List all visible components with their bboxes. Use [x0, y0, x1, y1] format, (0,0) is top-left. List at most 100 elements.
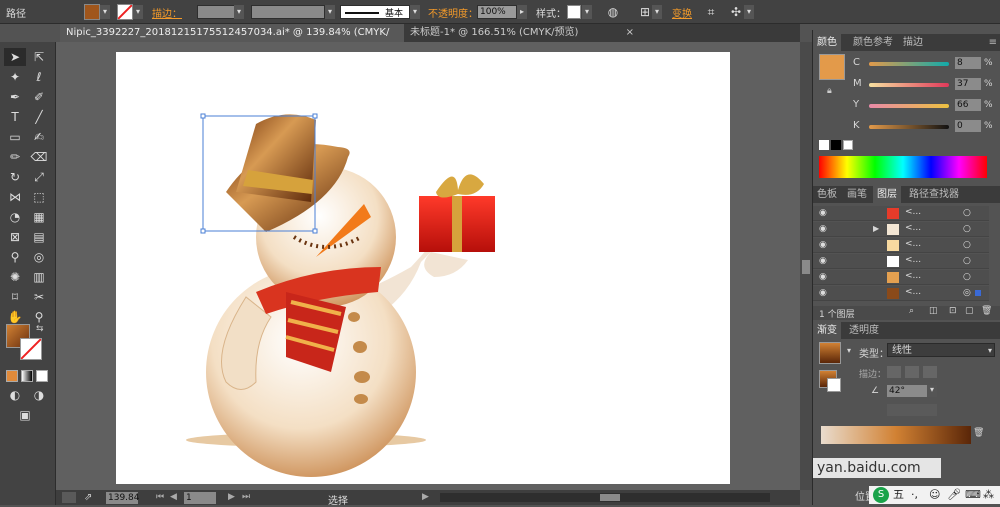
graphic-style-dropdown[interactable]: ▾: [582, 5, 592, 19]
lasso-tool-icon[interactable]: ℓ: [28, 68, 50, 86]
stroke-gradient-option-icon[interactable]: [905, 366, 919, 378]
eye-icon[interactable]: ◉: [819, 288, 827, 298]
fill-dropdown[interactable]: ▾: [100, 5, 110, 19]
mesh-tool-icon[interactable]: ⊠: [4, 228, 26, 246]
expand-arrow-icon[interactable]: ▶: [873, 224, 879, 233]
channel-c-input[interactable]: 8: [955, 57, 981, 69]
gradient-stroke-box[interactable]: [827, 378, 841, 392]
tab-color[interactable]: 颜色: [813, 34, 841, 51]
gradient-type-select[interactable]: 线性 ▾: [887, 343, 995, 357]
align-icon[interactable]: ⊞: [638, 5, 652, 19]
rotate-tool-icon[interactable]: ↻: [4, 168, 26, 186]
target-icon[interactable]: ○: [963, 208, 971, 218]
gradient-preview-swatch[interactable]: [819, 342, 841, 364]
selection-tool-icon[interactable]: ➤: [4, 48, 26, 66]
close-icon[interactable]: ×: [626, 24, 634, 42]
draw-normal-icon[interactable]: ◐: [4, 386, 26, 404]
ime-toolbar[interactable]: S 五 ·, ☺ 🎤︎ ⌨ ⁂: [869, 486, 1000, 504]
aspect-ratio-input[interactable]: [887, 404, 937, 416]
target-icon[interactable]: ○: [963, 240, 971, 250]
width-tool-icon[interactable]: ⋈: [4, 188, 26, 206]
swap-colors-icon[interactable]: ⇆: [36, 324, 44, 334]
perspective-grid-tool-icon[interactable]: ▦: [28, 208, 50, 226]
rectangle-tool-icon[interactable]: ▭: [4, 128, 26, 146]
tab-transparency[interactable]: 透明度: [845, 322, 883, 339]
gradient-mode-icon[interactable]: [21, 370, 33, 382]
variable-width-field[interactable]: [251, 5, 325, 19]
symbol-sprayer-tool-icon[interactable]: ✺: [4, 268, 26, 286]
layer-row[interactable]: ◉ <... ○: [813, 238, 989, 253]
channel-y-slider[interactable]: [869, 104, 949, 108]
sogou-ime-icon[interactable]: S: [873, 487, 889, 503]
eyedropper-tool-icon[interactable]: ⚲: [4, 248, 26, 266]
variable-width-dropdown[interactable]: ▾: [325, 5, 335, 19]
artboard[interactable]: [116, 52, 730, 484]
black-color-icon[interactable]: [831, 140, 841, 150]
free-transform-tool-icon[interactable]: ⬚: [28, 188, 50, 206]
tab-layers[interactable]: 图层: [873, 186, 901, 203]
new-layer-icon[interactable]: ▢: [965, 306, 974, 316]
channel-m-slider[interactable]: [869, 83, 949, 87]
arrange-dropdown[interactable]: ▾: [744, 5, 754, 19]
fill-swatch[interactable]: [84, 4, 100, 20]
tab-nipic-document[interactable]: Nipic_3392227_20181215175512457034.ai* @…: [60, 24, 404, 56]
eraser-tool-icon[interactable]: ⌫: [28, 148, 50, 166]
tab-pathfinder[interactable]: 路径查找器: [905, 186, 963, 203]
isolate-icon[interactable]: ⌗: [704, 5, 718, 19]
delete-layer-icon[interactable]: 🗑︎: [981, 306, 992, 316]
ime-mode[interactable]: 五: [893, 486, 904, 504]
scrollbar-thumb[interactable]: [600, 494, 620, 501]
draw-behind-icon[interactable]: ◑: [28, 386, 50, 404]
stroke-weight-field[interactable]: [197, 5, 235, 19]
eye-icon[interactable]: ◉: [819, 240, 827, 250]
arrange-icon[interactable]: ✣: [729, 5, 743, 19]
status-arrow-icon[interactable]: ▶: [422, 492, 429, 502]
align-dropdown[interactable]: ▾: [652, 5, 662, 19]
curvature-tool-icon[interactable]: ✐: [28, 88, 50, 106]
none-mode-icon[interactable]: [36, 370, 48, 382]
stroke-weight-dropdown[interactable]: ▾: [234, 5, 244, 19]
target-icon[interactable]: ○: [963, 224, 971, 234]
channel-k-input[interactable]: 0: [955, 120, 981, 132]
stroke-label[interactable]: 描边：: [152, 5, 182, 20]
gradient-dropdown-icon[interactable]: ▾: [847, 346, 851, 355]
prev-artboard-icon[interactable]: ◀: [170, 492, 177, 502]
layer-row[interactable]: ◉ <... ○: [813, 254, 989, 269]
eye-icon[interactable]: ◉: [819, 272, 827, 282]
type-tool-icon[interactable]: T: [4, 108, 26, 126]
color-mode-icon[interactable]: [6, 370, 18, 382]
next-artboard-icon[interactable]: ▶: [228, 492, 235, 502]
page-input[interactable]: 1: [184, 492, 216, 504]
stroke-gradient-option-icon[interactable]: [923, 366, 937, 378]
pen-tool-icon[interactable]: ✒: [4, 88, 26, 106]
voice-icon[interactable]: 🎤︎: [947, 486, 961, 504]
current-color-swatch[interactable]: [819, 54, 845, 80]
opacity-label[interactable]: 不透明度：: [428, 5, 478, 20]
artboard-nav-icon[interactable]: [62, 492, 76, 503]
layer-row[interactable]: ◉ ▶ <... ○: [813, 222, 989, 237]
layer-row[interactable]: ◉ <... ○: [813, 270, 989, 285]
selection-handle[interactable]: [200, 228, 206, 234]
eye-icon[interactable]: ◉: [819, 256, 827, 266]
white-color-icon[interactable]: [843, 140, 853, 150]
direct-selection-tool-icon[interactable]: ⇱: [28, 48, 50, 66]
line-tool-icon[interactable]: ╱: [28, 108, 50, 126]
none-color-icon[interactable]: [819, 140, 829, 150]
column-graph-tool-icon[interactable]: ▥: [28, 268, 50, 286]
angle-dropdown[interactable]: ▾: [927, 385, 937, 397]
stroke-dropdown[interactable]: ▾: [133, 5, 143, 19]
last-artboard-icon[interactable]: ⏭: [242, 492, 250, 502]
transform-link[interactable]: 变换: [672, 5, 692, 20]
tab-brushes[interactable]: 画笔: [843, 186, 871, 203]
slice-tool-icon[interactable]: ✂: [28, 288, 50, 306]
stroke-gradient-option-icon[interactable]: [887, 366, 901, 378]
screen-mode-icon[interactable]: ▣: [14, 406, 36, 424]
punctuation-icon[interactable]: ·,: [911, 486, 918, 504]
opacity-input[interactable]: 100%: [477, 5, 517, 19]
paintbrush-tool-icon[interactable]: ✍: [28, 128, 50, 146]
gradient-tool-icon[interactable]: ▤: [28, 228, 50, 246]
snowman-illustration[interactable]: [116, 52, 730, 484]
keyboard-icon[interactable]: ⌨: [965, 486, 981, 504]
selection-handle[interactable]: [312, 113, 318, 119]
target-icon[interactable]: ○: [963, 272, 971, 282]
